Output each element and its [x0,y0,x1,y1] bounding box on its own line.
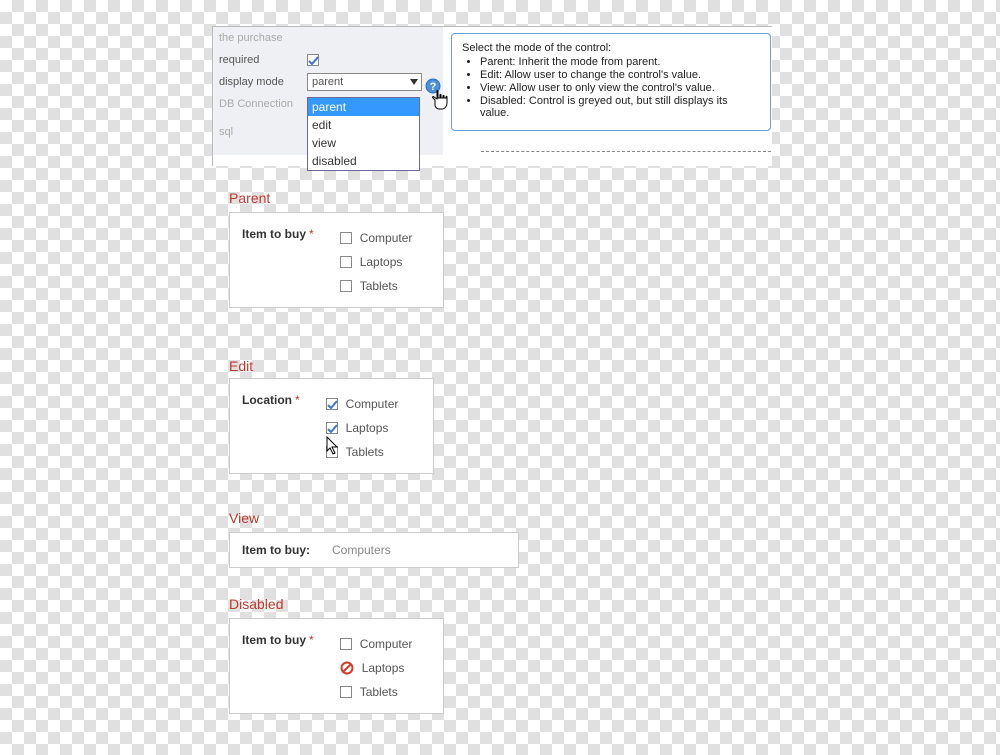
canvas-placeholder-line [481,151,771,157]
view-field-label: Item to buy: [242,543,310,557]
parent-example-box: Item to buy* Computer Laptops Tablets [229,212,444,308]
prop-row-required: required [213,49,443,71]
prohibited-icon [340,661,354,675]
help-tooltip: Select the mode of the control: Parent: … [451,33,771,131]
option-parent[interactable]: parent [308,98,419,116]
parent-option-laptops[interactable]: Laptops [340,255,413,269]
view-example-box: Item to buy: Computers [229,532,519,568]
section-title-edit: Edit [229,358,253,374]
section-title-view: View [229,510,259,526]
tooltip-item-disabled: Disabled: Control is greyed out, but sti… [480,95,760,119]
chevron-down-icon [407,74,421,90]
prop-label-truncated: the purchase [219,32,307,44]
disabled-option-list: Computer Laptops Tablets [340,637,413,699]
option-disabled[interactable]: disabled [308,152,419,170]
disabled-option-laptops: Laptops [340,661,413,675]
checkbox-unchecked-icon[interactable] [340,280,352,292]
disabled-field-label: Item to buy* [242,633,314,647]
edit-option-computer[interactable]: Computer [326,397,399,411]
tooltip-item-edit: Edit: Allow user to change the control's… [480,69,760,81]
parent-option-list: Computer Laptops Tablets [340,231,413,293]
tooltip-intro: Select the mode of the control: [462,42,760,54]
checkbox-unchecked-icon[interactable] [340,256,352,268]
prop-label-display-mode: display mode [219,76,307,88]
cursor-arrow-icon [326,436,342,459]
edit-option-laptops[interactable]: Laptops [326,421,399,435]
required-star-icon: * [295,393,300,407]
checkbox-checked-icon[interactable] [326,398,338,410]
section-title-disabled: Disabled [229,596,283,612]
disabled-option-computer: Computer [340,637,413,651]
prop-row-truncated: the purchase [213,27,443,49]
checkbox-checked-icon[interactable] [326,422,338,434]
disabled-example-box: Item to buy* Computer Laptops Tablets [229,618,444,714]
disabled-option-tablets: Tablets [340,685,413,699]
edit-example-box: Location* Computer Laptops Tablets [229,378,434,474]
parent-field-label: Item to buy* [242,227,314,241]
prop-label-db: DB Connection [219,98,307,110]
checkbox-unchecked-icon[interactable] [340,232,352,244]
tooltip-item-view: View: Allow user to only view the contro… [480,82,760,94]
checkbox-unchecked-icon [340,638,352,650]
section-title-parent: Parent [229,190,270,206]
parent-option-tablets[interactable]: Tablets [340,279,413,293]
top-properties-area: the purchase required display mode paren… [212,26,772,166]
edit-field-label: Location* [242,393,300,407]
required-star-icon: * [309,227,314,241]
tooltip-list: Parent: Inherit the mode from parent. Ed… [480,56,760,119]
required-star-icon: * [309,633,314,647]
tooltip-item-parent: Parent: Inherit the mode from parent. [480,56,760,68]
dropdown-value: parent [312,76,343,88]
checkbox-unchecked-icon [340,686,352,698]
required-checkbox[interactable] [307,54,319,66]
option-view[interactable]: view [308,134,419,152]
parent-option-computer[interactable]: Computer [340,231,413,245]
prop-row-display-mode: display mode parent [213,71,443,93]
display-mode-option-list[interactable]: parent edit view disabled [307,97,420,171]
cursor-hand-icon [431,89,451,111]
prop-label-sql: sql [219,126,307,138]
option-edit[interactable]: edit [308,116,419,134]
prop-label-required: required [219,54,307,66]
display-mode-dropdown[interactable]: parent [307,73,422,91]
view-value: Computers [332,543,391,557]
